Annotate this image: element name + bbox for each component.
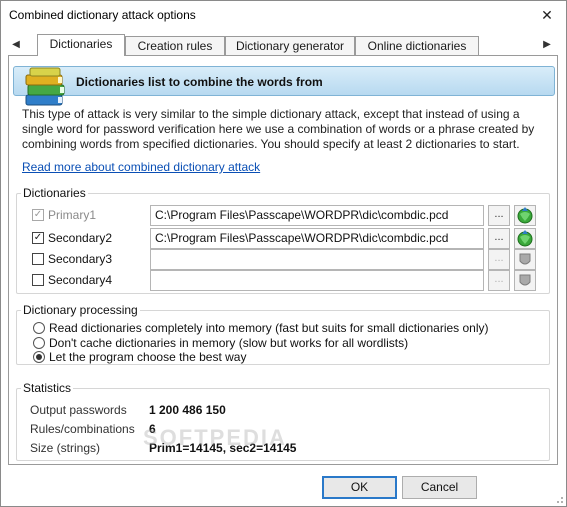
secondary3-browse-button[interactable]: ... xyxy=(488,249,510,270)
stat-label-output: Output passwords xyxy=(30,403,127,417)
dictionary-row-secondary4: Secondary4 ... xyxy=(23,270,553,291)
secondary2-browse-button[interactable]: ... xyxy=(488,228,510,249)
shield-gray-icon[interactable] xyxy=(514,270,536,291)
processing-legend: Dictionary processing xyxy=(23,303,138,317)
processing-option-label: Read dictionaries completely into memory… xyxy=(49,321,489,335)
primary1-checkbox[interactable]: ✓ xyxy=(32,209,44,221)
primary1-browse-button[interactable]: ... xyxy=(488,205,510,226)
processing-radio[interactable] xyxy=(33,322,45,334)
secondary4-label: Secondary4 xyxy=(48,273,113,287)
watermark-text: SOFTPEDIA xyxy=(143,425,287,450)
stat-label-size: Size (strings) xyxy=(30,441,101,455)
dictionaries-legend: Dictionaries xyxy=(23,186,86,200)
title-bar: Combined dictionary attack options ✕ xyxy=(1,1,566,31)
header-banner: Dictionaries list to combine the words f… xyxy=(13,66,555,106)
ok-button[interactable]: OK xyxy=(322,476,397,499)
window-title: Combined dictionary attack options xyxy=(9,8,196,22)
tab-creation-rules[interactable]: Creation rules xyxy=(125,36,225,55)
primary1-path-input[interactable]: C:\Program Files\Passcape\WORDPR\dic\com… xyxy=(150,205,484,226)
secondary3-path-input[interactable] xyxy=(150,249,484,270)
secondary3-checkbox[interactable] xyxy=(32,253,44,265)
description-text: This type of attack is very similar to t… xyxy=(22,107,535,151)
secondary2-path-input[interactable]: C:\Program Files\Passcape\WORDPR\dic\com… xyxy=(150,228,484,249)
dialog-window: Combined dictionary attack options ✕ ◀ ▶… xyxy=(0,0,567,507)
dictionary-row-secondary3: Secondary3 ... xyxy=(23,249,553,270)
secondary4-checkbox[interactable] xyxy=(32,274,44,286)
primary1-label: Primary1 xyxy=(48,208,97,222)
secondary4-path-input[interactable] xyxy=(150,270,484,291)
secondary4-browse-button[interactable]: ... xyxy=(488,270,510,291)
globe-green-icon[interactable] xyxy=(514,205,536,226)
secondary2-checkbox[interactable]: ✓ xyxy=(32,232,44,244)
processing-option-label: Let the program choose the best way xyxy=(49,350,247,364)
secondary2-label: Secondary2 xyxy=(48,231,113,245)
secondary3-label: Secondary3 xyxy=(48,252,113,266)
books-icon xyxy=(25,67,65,106)
dictionary-row-secondary2: ✓ Secondary2 C:\Program Files\Passcape\W… xyxy=(23,228,553,249)
tab-scroll-left-icon[interactable]: ◀ xyxy=(10,38,22,52)
tab-online-dictionaries[interactable]: Online dictionaries xyxy=(355,36,479,55)
shield-gray-icon[interactable] xyxy=(514,249,536,270)
processing-radio[interactable] xyxy=(33,351,45,363)
cancel-button[interactable]: Cancel xyxy=(402,476,477,499)
globe-green-icon[interactable] xyxy=(514,228,536,249)
close-icon[interactable]: ✕ xyxy=(538,6,556,24)
processing-radio[interactable] xyxy=(33,337,45,349)
tab-scroll-right-icon[interactable]: ▶ xyxy=(541,38,553,52)
processing-option-label: Don't cache dictionaries in memory (slow… xyxy=(49,336,409,350)
tab-dictionaries[interactable]: Dictionaries xyxy=(37,34,125,56)
read-more-link[interactable]: Read more about combined dictionary atta… xyxy=(22,160,260,174)
statistics-legend: Statistics xyxy=(23,381,72,395)
tab-dictionary-generator[interactable]: Dictionary generator xyxy=(225,36,355,55)
dictionary-row-primary1: ✓ Primary1 C:\Program Files\Passcape\WOR… xyxy=(23,205,553,226)
stat-value-output: 1 200 486 150 xyxy=(149,403,226,417)
banner-title: Dictionaries list to combine the words f… xyxy=(76,75,323,89)
resize-grip-icon[interactable] xyxy=(554,494,564,504)
stat-label-rules: Rules/combinations xyxy=(30,422,135,436)
tab-panel: Dictionaries list to combine the words f… xyxy=(8,55,558,465)
